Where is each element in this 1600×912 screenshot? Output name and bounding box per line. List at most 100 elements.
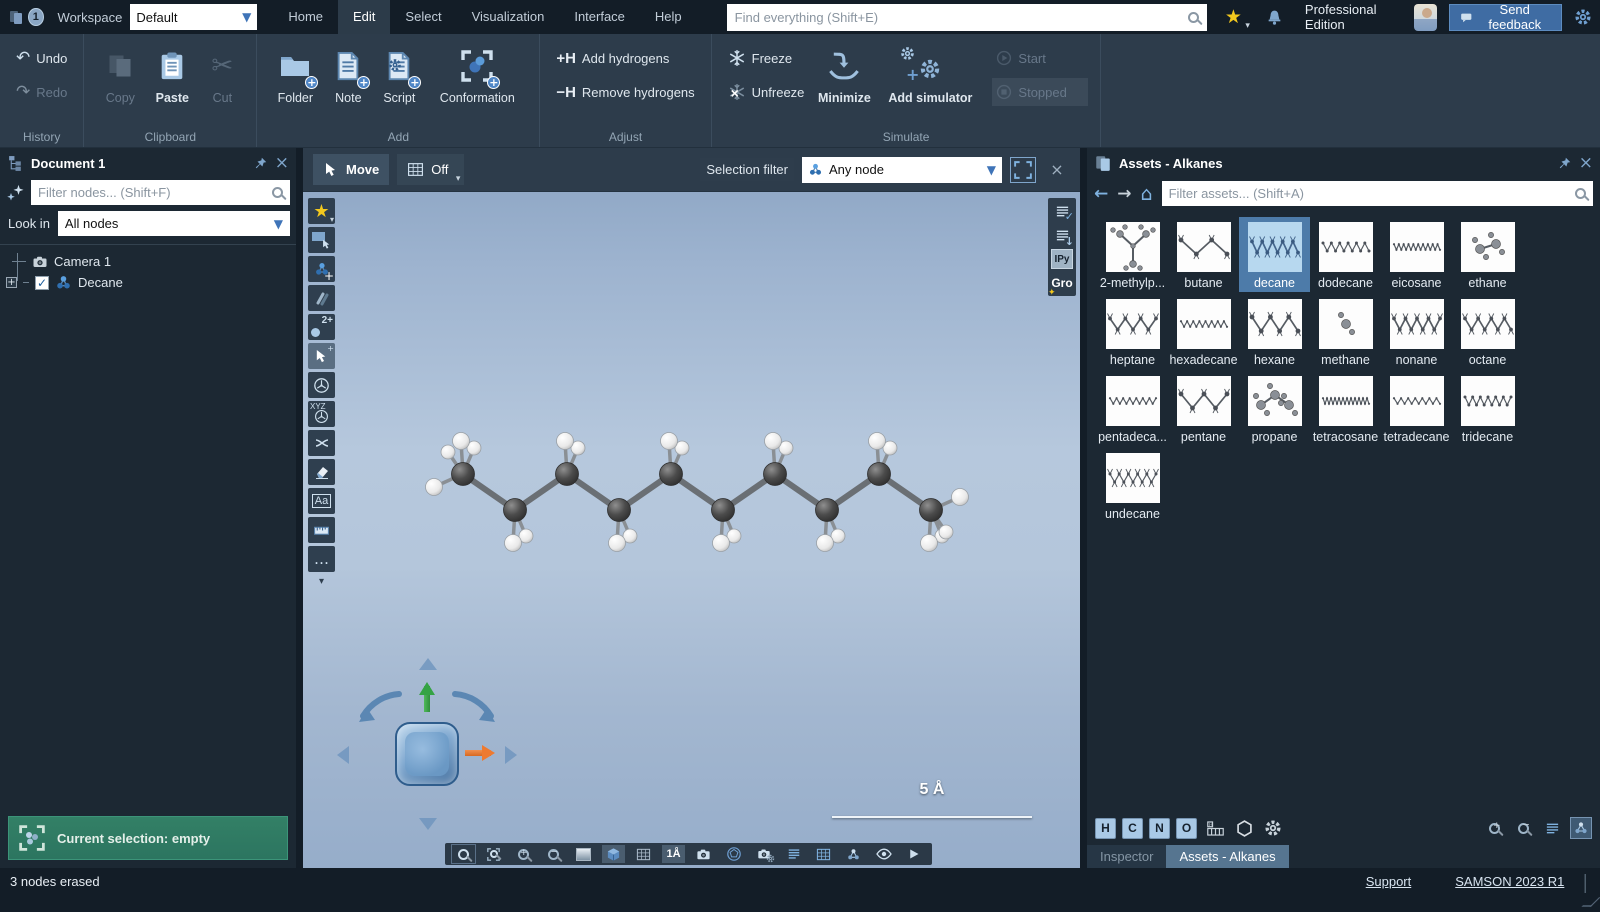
measure-tool-button[interactable] [308, 517, 335, 543]
copy-button[interactable]: Copy [96, 44, 144, 127]
gromacs-wizard-button[interactable]: Gro✦ [1051, 273, 1073, 293]
add-simulator-button[interactable]: + Add simulator [880, 44, 980, 127]
asset-item[interactable]: heptane [1097, 294, 1168, 369]
settings-gear-icon[interactable] [1574, 8, 1592, 26]
redo-button[interactable]: ↷Redo [12, 78, 71, 106]
minimize-button[interactable]: Minimize [812, 44, 876, 127]
asset-item[interactable]: hexadecane [1168, 294, 1239, 369]
support-link[interactable]: Support [1366, 874, 1412, 889]
asset-item[interactable]: tridecane [1452, 371, 1523, 446]
asset-settings-gear-icon[interactable] [1262, 817, 1284, 839]
checklist-icon[interactable]: ✓ [1051, 201, 1073, 221]
import-list-icon[interactable]: ↓ [1051, 225, 1073, 245]
asset-item[interactable]: hexane [1239, 294, 1310, 369]
grid-plane-button[interactable] [632, 845, 655, 863]
navigation-gizmo[interactable] [343, 650, 513, 840]
xyz-rotate-tool-button[interactable]: XYZ [308, 401, 335, 427]
close-panel-icon[interactable]: × [275, 153, 289, 173]
presets-star-button[interactable]: ★▾ [308, 198, 335, 224]
viewport-3d[interactable]: Move Off ▾ Selection filter Any node ▼ × [303, 148, 1080, 868]
visibility-eye-icon[interactable] [872, 845, 895, 863]
version-link[interactable]: SAMSON 2023 R1 [1455, 874, 1564, 889]
stopped-button[interactable]: Stopped [992, 78, 1088, 106]
back-icon[interactable]: ← [1094, 184, 1108, 204]
look-in-dropdown[interactable]: All nodes ▼ [58, 211, 290, 236]
menu-item[interactable]: Select [390, 0, 456, 34]
background-button[interactable] [572, 845, 595, 863]
home-icon[interactable]: ⌂ [1141, 183, 1153, 205]
fullerene-style-button[interactable] [722, 845, 745, 863]
asset-item[interactable]: dodecane [1310, 217, 1381, 292]
panel-tab[interactable]: Inspector [1087, 845, 1166, 868]
zoom-out-button[interactable]: − [542, 845, 565, 863]
add-conformation-button[interactable]: + Conformation [427, 44, 527, 127]
presenter-button[interactable] [812, 845, 835, 863]
asset-item[interactable]: nonane [1381, 294, 1452, 369]
asset-item[interactable]: pentadeca... [1097, 371, 1168, 446]
remove-hydrogens-button[interactable]: −HRemove hydrogens [552, 78, 698, 106]
asset-item[interactable]: methane [1310, 294, 1381, 369]
undo-button[interactable]: ↶Undo [12, 44, 71, 72]
zoom-region-button[interactable] [482, 845, 505, 863]
cut-button[interactable]: ✂ Cut [200, 44, 244, 127]
asset-item[interactable]: 2-methylp... [1097, 217, 1168, 292]
unfreeze-button[interactable]: ×Unfreeze [724, 78, 809, 106]
move-tool-active-button[interactable]: + [308, 343, 335, 369]
gizmo-left-arrow[interactable] [337, 746, 349, 764]
start-simulation-button[interactable]: Start [992, 44, 1088, 72]
panel-tab[interactable]: Assets - Alkanes [1166, 845, 1288, 868]
gizmo-cube[interactable] [395, 722, 459, 786]
rotate-tool-button[interactable] [308, 372, 335, 398]
element-button[interactable]: C [1122, 818, 1143, 839]
add-hydrogens-button[interactable]: +HAdd hydrogens [552, 44, 698, 72]
close-panel-icon[interactable]: × [1579, 153, 1593, 173]
gizmo-up-arrow[interactable] [419, 658, 437, 670]
global-search-input[interactable] [735, 10, 1188, 25]
element-button[interactable]: N [1149, 818, 1170, 839]
menu-item[interactable]: Help [640, 0, 697, 34]
magnifier-button[interactable] [452, 845, 475, 863]
grid-view-button[interactable] [1570, 817, 1592, 839]
snapshot-list-button[interactable] [782, 845, 805, 863]
menu-item[interactable]: Interface [559, 0, 640, 34]
asset-item[interactable]: pentane [1168, 371, 1239, 446]
gizmo-x-axis-arrow[interactable] [465, 750, 491, 756]
asset-item[interactable]: butane [1168, 217, 1239, 292]
asset-item[interactable]: octane [1452, 294, 1523, 369]
notification-count-badge[interactable]: 1 [28, 8, 44, 26]
filter-assets-input[interactable] [1169, 186, 1575, 201]
selection-filter-dropdown[interactable]: Any node ▼ [802, 157, 1002, 183]
gizmo-y-axis-arrow[interactable] [424, 686, 430, 712]
zoom-in-button[interactable]: + [512, 845, 535, 863]
play-animation-button[interactable] [902, 845, 925, 863]
more-tools-button[interactable]: … [308, 546, 335, 572]
add-script-button[interactable]: + Script [375, 44, 423, 127]
asset-item[interactable]: tetradecane [1381, 371, 1452, 446]
resize-grip[interactable] [1581, 897, 1600, 907]
move-tool-button[interactable]: Move [313, 154, 389, 185]
menu-item[interactable]: Edit [338, 0, 390, 34]
camera-settings-button[interactable] [752, 845, 775, 863]
send-feedback-button[interactable]: Send feedback [1449, 4, 1562, 31]
filter-assets-box[interactable] [1162, 181, 1593, 206]
add-atoms-button[interactable]: + [308, 256, 335, 282]
thumbnails-zoom-out-button[interactable]: − [1512, 817, 1534, 839]
workspace-dropdown[interactable]: Default ▼ [130, 4, 257, 30]
ipython-console-button[interactable]: IPy [1051, 249, 1073, 269]
gizmo-right-arrow[interactable] [505, 746, 517, 764]
global-search[interactable] [727, 4, 1207, 31]
atom-group-button[interactable] [842, 845, 865, 863]
twist-tool-button[interactable] [308, 430, 335, 456]
menu-item[interactable]: Visualization [457, 0, 560, 34]
tree-row-decane[interactable]: + ✓ Decane [12, 272, 296, 293]
magic-filter-icon[interactable] [6, 183, 26, 203]
text-label-tool-button[interactable]: Aa [308, 488, 335, 514]
asset-item[interactable]: tetracosane [1310, 371, 1381, 446]
charge-tool-button[interactable]: 2+ [308, 314, 335, 340]
ring-fragment-button[interactable] [1233, 817, 1255, 839]
eraser-tool-button[interactable] [308, 459, 335, 485]
asset-item[interactable]: eicosane [1381, 217, 1452, 292]
asset-item[interactable]: ethane [1452, 217, 1523, 292]
add-folder-button[interactable]: + Folder [269, 44, 321, 127]
asset-item[interactable]: decane [1239, 217, 1310, 292]
